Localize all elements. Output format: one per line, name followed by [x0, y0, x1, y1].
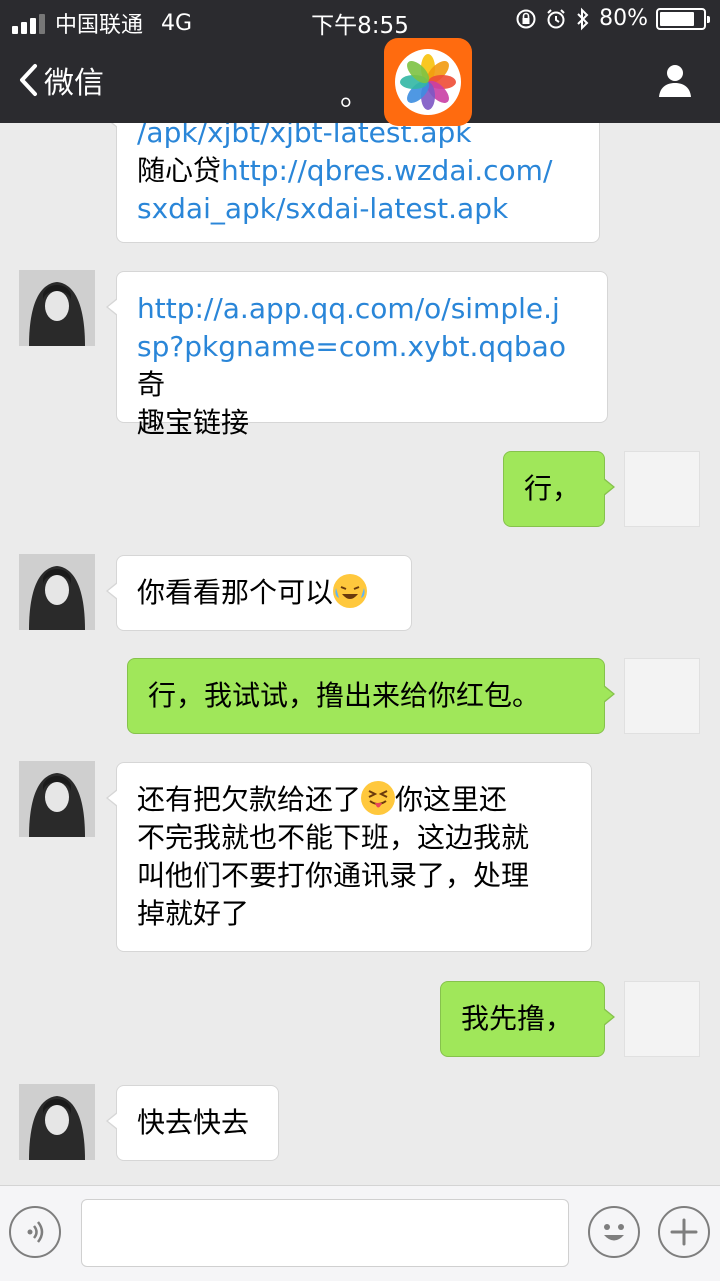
contact-avatar[interactable]: [19, 554, 95, 630]
message-text: 我先撸，: [461, 1002, 574, 1035]
voice-icon: [27, 1221, 44, 1243]
message-line[interactable]: /apk/xjbt/xjbt-latest.apk: [137, 123, 579, 152]
alarm-icon: [547, 8, 565, 28]
message-link[interactable]: sxdai_apk/sxdai-latest.apk: [137, 192, 508, 225]
message-text: 行，: [524, 472, 581, 505]
message-text: 行，我试试，撸出来给你红包。: [148, 679, 541, 712]
emoji-button[interactable]: [588, 1206, 640, 1258]
message-text: 随心贷: [137, 154, 222, 187]
status-bar: 中国联通 4G 下午8:55 80%: [0, 0, 720, 40]
message-link[interactable]: /apk/xjbt/xjbt-latest.apk: [137, 123, 472, 149]
chat-area[interactable]: /apk/xjbt/xjbt-latest.apk 随心贷http://qbre…: [0, 123, 720, 1185]
battery-icon: [656, 7, 710, 30]
tongue-out-emoji: [361, 781, 396, 815]
message-bubble-outgoing[interactable]: 行，: [503, 451, 615, 527]
message-line: 随心贷http://qbres.wzdai.com/: [137, 152, 579, 190]
message-text: 还有把欠款给还了: [137, 783, 362, 816]
crying-laughing-emoji: [333, 574, 368, 608]
avatar-image: [19, 554, 95, 630]
my-avatar[interactable]: [624, 981, 700, 1057]
chevron-left-icon: [20, 64, 37, 96]
nav-bar: 微信 。: [0, 40, 720, 123]
pinwheel-icon: [400, 54, 456, 110]
status-right: 80%: [515, 6, 710, 31]
battery-percent: 80%: [599, 6, 648, 31]
chat-title: 。: [340, 78, 370, 113]
message-line: 掉就好了: [137, 895, 571, 933]
rotation-lock-icon: [516, 9, 536, 28]
message-bubble-incoming[interactable]: /apk/xjbt/xjbt-latest.apk 随心贷http://qbre…: [106, 123, 600, 243]
message-bubble-incoming[interactable]: 还有把欠款给还了 你这里还 不完我就也不能下班，这边我就 叫他们不要打你通讯录了，…: [106, 762, 592, 952]
message-line[interactable]: http://a.app.qq.com/o/simple.j: [137, 290, 587, 328]
message-input[interactable]: [81, 1199, 569, 1267]
contact-avatar[interactable]: [19, 761, 95, 837]
message-line[interactable]: sxdai_apk/sxdai-latest.apk: [137, 190, 579, 228]
avatar-image: [19, 1084, 95, 1160]
message-bubble-incoming[interactable]: 你看看那个可以: [106, 555, 412, 631]
message-text: 叫他们不要打你通讯录了，处理: [137, 859, 530, 892]
message-link[interactable]: sp?pkgname=com.xybt.qqbao: [137, 330, 566, 363]
bluetooth-icon: [577, 7, 589, 30]
more-button[interactable]: [658, 1206, 710, 1258]
avatar-image: [19, 761, 95, 837]
plus-icon: [670, 1218, 698, 1246]
message-text: 你这里还: [395, 783, 508, 816]
message-text: 不完我就也不能下班，这边我就: [137, 821, 530, 854]
message-text: 奇: [137, 368, 166, 401]
message-line: 还有把欠款给还了 你这里还: [137, 781, 571, 819]
my-avatar[interactable]: [624, 658, 700, 734]
contact-avatar[interactable]: [19, 270, 95, 346]
voice-input-button[interactable]: [9, 1206, 61, 1258]
message-line: 叫他们不要打你通讯录了，处理: [137, 857, 571, 895]
message-text: 趣宝链接: [137, 406, 250, 439]
photos-app-icon[interactable]: [384, 38, 472, 126]
message-link[interactable]: http://a.app.qq.com/o/simple.j: [137, 292, 560, 325]
message-bubble-outgoing[interactable]: 行，我试试，撸出来给你红包。: [127, 658, 615, 734]
message-bubble-incoming[interactable]: http://a.app.qq.com/o/simple.j sp?pkgnam…: [106, 271, 608, 439]
message-text: 快去快去: [137, 1106, 250, 1139]
chat-info-icon[interactable]: [656, 62, 694, 100]
back-label: 微信: [44, 66, 104, 101]
message-bubble-outgoing[interactable]: 我先撸，: [440, 981, 615, 1057]
header: 中国联通 4G 下午8:55 80% 微信 。: [0, 0, 720, 123]
message-bubble-incoming[interactable]: 快去快去: [106, 1085, 279, 1161]
smiley-icon: [604, 1224, 624, 1241]
avatar-image: [19, 270, 95, 346]
message-text: 掉就好了: [137, 897, 250, 930]
message-text: 你看看那个可以: [137, 576, 334, 609]
message-line: 趣宝链接: [137, 404, 587, 442]
battery-fill: [660, 11, 694, 26]
my-avatar[interactable]: [624, 451, 700, 527]
input-bar: [0, 1185, 720, 1281]
message-line: 不完我就也不能下班，这边我就: [137, 819, 571, 857]
message-link[interactable]: http://qbres.wzdai.com/: [221, 154, 552, 187]
back-button[interactable]: 微信: [18, 58, 104, 102]
message-line[interactable]: sp?pkgname=com.xybt.qqbao 奇: [137, 328, 587, 404]
contact-avatar[interactable]: [19, 1084, 95, 1160]
